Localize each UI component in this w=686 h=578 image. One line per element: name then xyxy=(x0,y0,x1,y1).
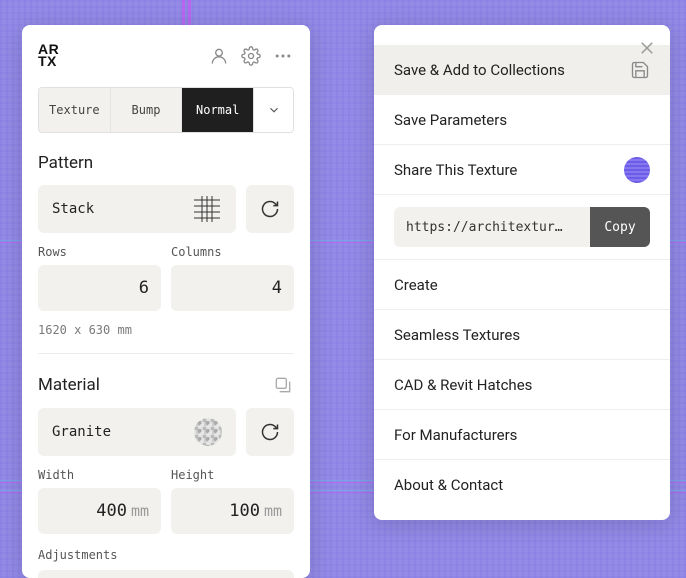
tab-normal[interactable]: Normal xyxy=(182,88,253,132)
pattern-select[interactable]: Stack xyxy=(38,185,236,233)
controls-panel: AR TX Texture Bump Normal Pattern Stack xyxy=(22,25,310,578)
granite-swatch-icon xyxy=(194,418,222,446)
pattern-label: Pattern xyxy=(38,153,294,173)
close-button[interactable] xyxy=(638,39,656,61)
menu-save-collections-label: Save & Add to Collections xyxy=(394,61,565,79)
columns-input[interactable]: 4 xyxy=(171,265,294,311)
width-label: Width xyxy=(38,468,161,482)
menu-cad[interactable]: CAD & Revit Hatches xyxy=(374,360,670,410)
menu-cad-label: CAD & Revit Hatches xyxy=(394,376,532,394)
menu-save-params-label: Save Parameters xyxy=(394,111,507,129)
tab-texture[interactable]: Texture xyxy=(39,88,110,132)
material-collapse-icon[interactable] xyxy=(272,374,294,396)
share-url-input[interactable]: https://architextur… xyxy=(394,207,590,247)
material-select[interactable]: Granite xyxy=(38,408,236,456)
width-unit: mm xyxy=(131,502,149,520)
columns-value: 4 xyxy=(272,278,282,298)
topbar: AR TX xyxy=(38,39,294,73)
divider xyxy=(38,353,294,354)
copy-button[interactable]: Copy xyxy=(590,207,650,247)
chevron-down-icon xyxy=(267,103,281,117)
pattern-section: Pattern Stack Rows 6 Columns 4 xyxy=(38,153,294,337)
material-label: Material xyxy=(38,375,100,395)
menu-about[interactable]: About & Contact xyxy=(374,460,670,510)
user-icon[interactable] xyxy=(208,45,230,67)
tab-bump[interactable]: Bump xyxy=(110,88,183,132)
rows-value: 6 xyxy=(139,278,149,298)
height-unit: mm xyxy=(264,502,282,520)
refresh-icon xyxy=(260,422,280,442)
menu-create-label: Create xyxy=(394,276,438,294)
pattern-refresh[interactable] xyxy=(246,185,294,233)
columns-label: Columns xyxy=(171,245,294,259)
menu-manufacturers[interactable]: For Manufacturers xyxy=(374,410,670,460)
width-value: 400 xyxy=(96,501,127,521)
share-url-row: https://architextur… Copy xyxy=(374,195,670,260)
more-icon[interactable] xyxy=(272,45,294,67)
width-input[interactable]: 400 mm xyxy=(38,488,161,534)
tab-dropdown[interactable] xyxy=(253,88,293,132)
menu-save-collections[interactable]: Save & Add to Collections xyxy=(374,45,670,95)
height-input[interactable]: 100 mm xyxy=(171,488,294,534)
save-icon xyxy=(630,60,650,80)
pattern-selected: Stack xyxy=(52,201,94,217)
height-value: 100 xyxy=(229,501,260,521)
gear-icon[interactable] xyxy=(240,45,262,67)
pattern-dimensions: 1620 x 630 mm xyxy=(38,323,294,337)
adjustments-label: Adjustments xyxy=(38,548,294,562)
menu-seamless-label: Seamless Textures xyxy=(394,326,520,344)
menu-manufacturers-label: For Manufacturers xyxy=(394,426,517,444)
menu-save-params[interactable]: Save Parameters xyxy=(374,95,670,145)
rows-label: Rows xyxy=(38,245,161,259)
texture-preview-icon xyxy=(624,157,650,183)
refresh-icon xyxy=(260,199,280,219)
height-label: Height xyxy=(171,468,294,482)
material-section: Material Granite Width 400 mm xyxy=(38,374,294,578)
logo: AR TX xyxy=(38,44,59,68)
material-selected: Granite xyxy=(52,424,111,440)
adjustments-row[interactable]: Levels, Hue, Tint xyxy=(38,570,294,578)
menu-about-label: About & Contact xyxy=(394,476,503,494)
view-tabs: Texture Bump Normal xyxy=(38,87,294,133)
stack-pattern-icon xyxy=(192,194,222,224)
menu-share[interactable]: Share This Texture xyxy=(374,145,670,195)
menu-share-label: Share This Texture xyxy=(394,161,517,179)
menu-panel: Save & Add to Collections Save Parameter… xyxy=(374,25,670,520)
close-icon xyxy=(638,39,656,57)
menu-seamless[interactable]: Seamless Textures xyxy=(374,310,670,360)
menu-create[interactable]: Create xyxy=(374,260,670,310)
rows-input[interactable]: 6 xyxy=(38,265,161,311)
logo-line2: TX xyxy=(38,56,59,68)
material-refresh[interactable] xyxy=(246,408,294,456)
